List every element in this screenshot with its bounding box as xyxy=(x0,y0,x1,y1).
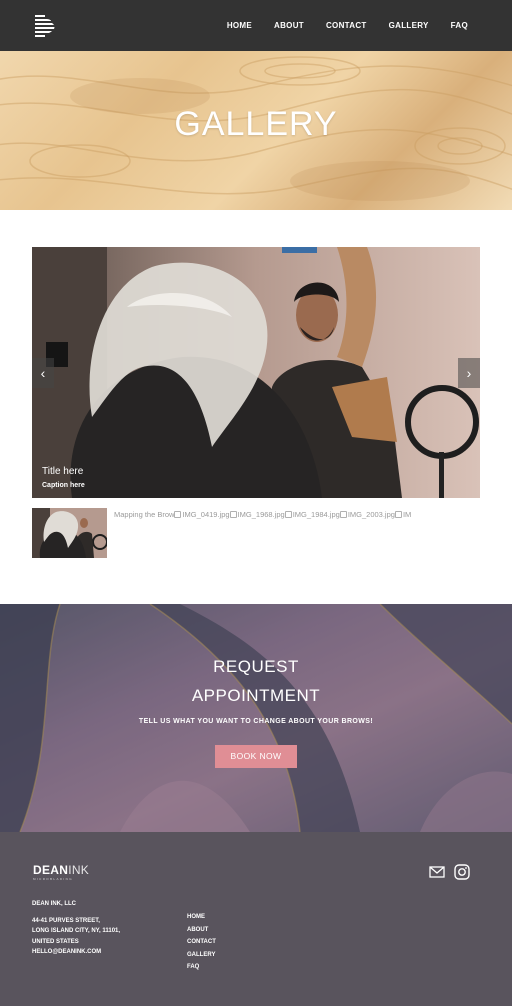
footer-address: DEAN INK, LLC 44-41 PURVES STREET, LONG … xyxy=(32,899,120,958)
chevron-left-icon: ‹ xyxy=(40,365,46,381)
thumbnail-label: Mapping the Brow xyxy=(114,509,175,519)
book-now-button[interactable]: BOOK NOW xyxy=(215,745,297,768)
address-line-2: LONG ISLAND CITY, NY, 11101, xyxy=(32,928,121,934)
instagram-icon[interactable] xyxy=(454,864,470,880)
slider-prev-button[interactable]: ‹ xyxy=(32,358,54,388)
nav-about-link[interactable]: ABOUT xyxy=(274,21,304,30)
thumbnail-item[interactable]: Mapping the Brow xyxy=(114,510,174,519)
hero-banner: GALLERY xyxy=(0,51,512,210)
thumbnail-active[interactable] xyxy=(32,508,107,558)
slider-next-button[interactable]: › xyxy=(458,358,480,388)
footer-logo-subtitle: MICROBLADING xyxy=(33,877,73,881)
nav-gallery-link[interactable]: GALLERY xyxy=(389,21,429,30)
address-line-1: 44-41 PURVES STREET, xyxy=(32,917,100,924)
thumbnail-item[interactable]: IMG_1968.jpg xyxy=(229,509,285,519)
thumbnail-item[interactable]: IMG_0419.jpg xyxy=(174,509,230,519)
nav-contact-link[interactable]: CONTACT xyxy=(326,21,367,30)
address-line-3: UNITED STATES xyxy=(32,938,79,945)
appointment-cta: REQUEST APPOINTMENT TELL US WHAT YOU WAN… xyxy=(0,604,512,832)
broken-image-icon xyxy=(229,510,237,518)
footer-nav-home[interactable]: HOME xyxy=(187,911,216,924)
nav-faq-link[interactable]: FAQ xyxy=(451,21,468,30)
footer-nav: HOME ABOUT CONTACT GALLERY FAQ xyxy=(187,911,216,974)
thumbnail-item[interactable]: IMG_2003.jpg xyxy=(339,509,395,519)
broken-image-icon xyxy=(339,510,347,518)
thumbnail-label: IMG_1984.jpg xyxy=(292,509,340,519)
cta-subtitle: TELL US WHAT YOU WANT TO CHANGE ABOUT YO… xyxy=(138,718,374,725)
slide-caption: Caption here xyxy=(42,482,85,489)
d-logo-icon[interactable] xyxy=(33,13,59,39)
main-nav: HOME ABOUT CONTACT GALLERY FAQ xyxy=(227,0,468,51)
site-footer: DEANINK MICROBLADING DEAN INK, LLC 44-41… xyxy=(0,832,512,1006)
broken-image-icon xyxy=(174,510,182,518)
company-name: DEAN INK, LLC xyxy=(32,901,76,907)
mail-icon[interactable] xyxy=(429,865,445,879)
page-title: GALLERY xyxy=(174,105,338,143)
footer-nav-contact[interactable]: CONTACT xyxy=(187,936,216,949)
slide-title: Title here xyxy=(42,466,84,477)
site-header: HOME ABOUT CONTACT GALLERY FAQ xyxy=(0,0,512,51)
slide-image xyxy=(32,247,480,498)
thumbnail-label: IMG_2003.jpg xyxy=(347,509,395,519)
broken-image-icon xyxy=(284,510,292,518)
cta-heading-line2: APPOINTMENT xyxy=(191,686,321,705)
cta-heading-line1: REQUEST xyxy=(213,657,299,676)
thumbnail-item[interactable]: IM xyxy=(394,509,412,519)
nav-home-link[interactable]: HOME xyxy=(227,21,252,30)
thumbnail-label: IMG_0419.jpg xyxy=(182,509,230,519)
thumbnail-label: IM xyxy=(402,509,412,519)
thumbnail-label: IMG_1968.jpg xyxy=(237,509,285,519)
footer-logo[interactable]: DEANINK xyxy=(33,863,89,877)
thumbnail-item[interactable]: IMG_1984.jpg xyxy=(284,509,340,519)
footer-nav-about[interactable]: ABOUT xyxy=(187,924,216,937)
broken-image-icon xyxy=(394,510,402,518)
footer-logo-light: INK xyxy=(68,863,90,877)
thumbnail-strip: Mapping the Brow IMG_0419.jpg IMG_1968.j… xyxy=(114,508,480,520)
footer-logo-bold: DEAN xyxy=(33,863,69,877)
footer-nav-faq[interactable]: FAQ xyxy=(187,961,216,974)
thumbnail-image xyxy=(32,508,107,558)
footer-nav-gallery[interactable]: GALLERY xyxy=(187,949,216,962)
chevron-right-icon: › xyxy=(466,365,472,381)
footer-email-link[interactable]: HELLO@DEANINK.COM xyxy=(32,947,120,958)
gallery-slider[interactable]: ‹ › Title here Caption here xyxy=(32,247,480,498)
